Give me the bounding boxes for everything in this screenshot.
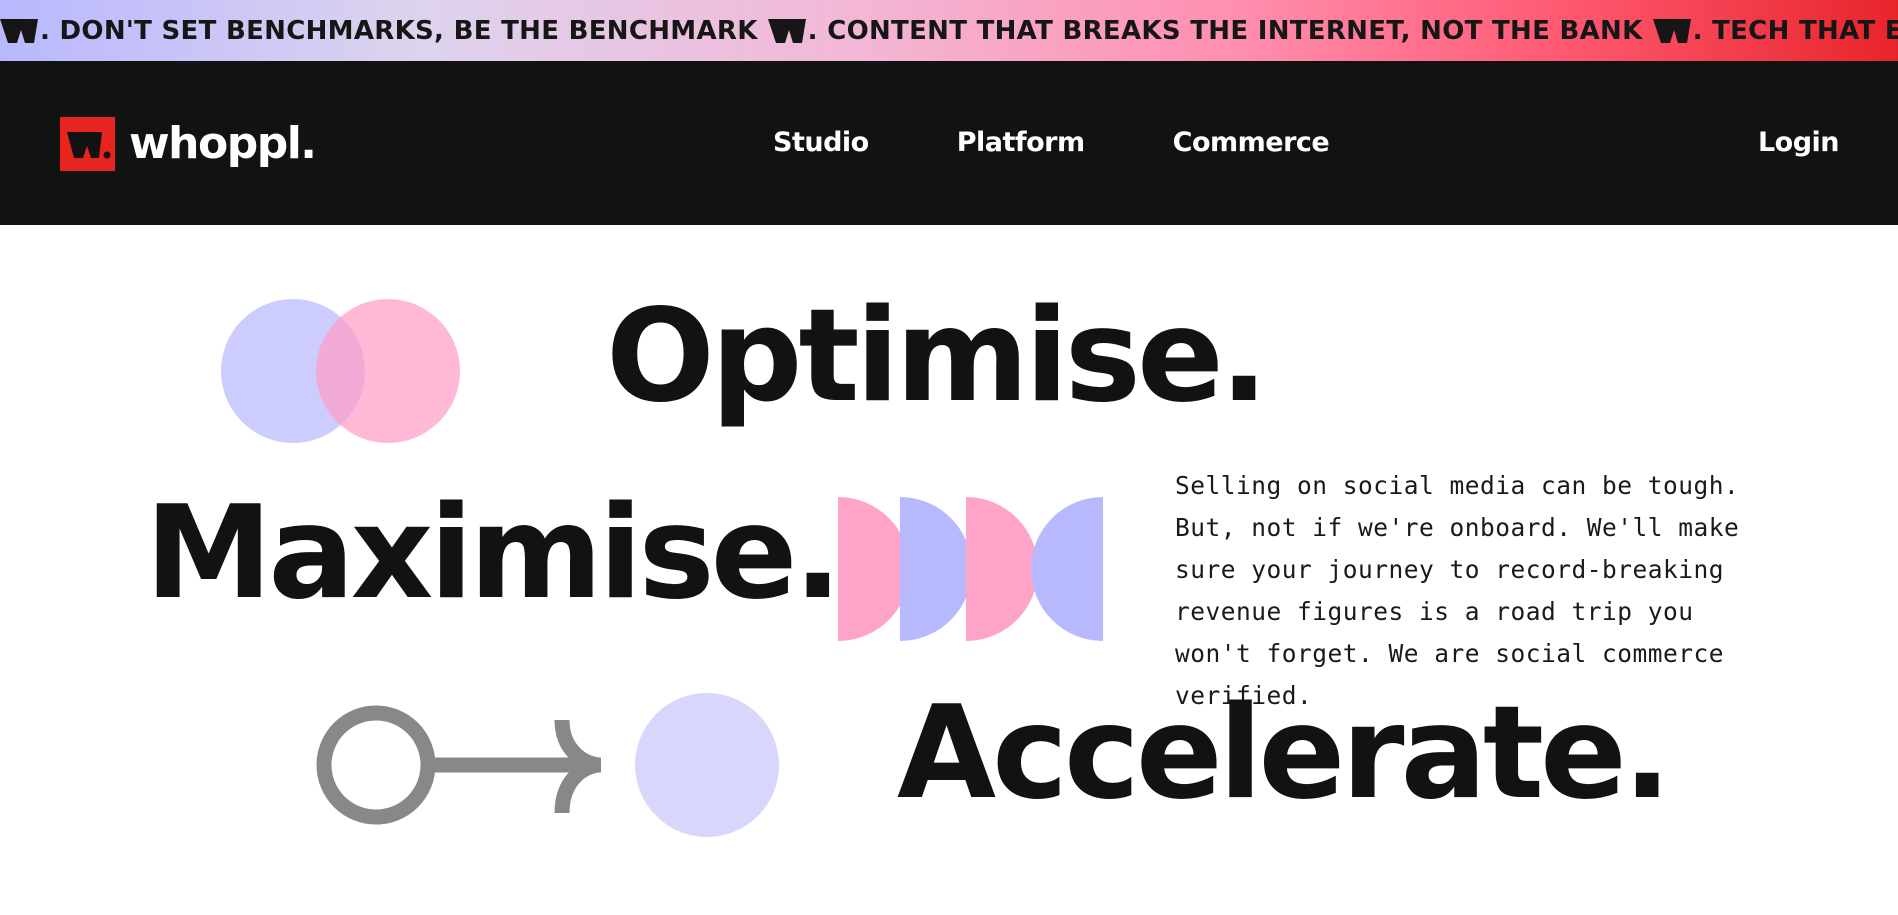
- ticker-w-icon: [0, 18, 38, 43]
- whoppl-logo-icon: [60, 117, 115, 171]
- headline-optimise: Optimise.: [606, 282, 1268, 431]
- top-navbar: whoppl. Studio Platform Commerce Login: [0, 61, 1898, 225]
- ticker-item: . DON'T SET BENCHMARKS, BE THE BENCHMARK: [0, 0, 764, 61]
- ticker-w-icon: [767, 18, 806, 43]
- circle-arrow-icon: [316, 705, 602, 825]
- login-link[interactable]: Login: [1758, 123, 1840, 163]
- half-circles-icon: [838, 497, 1103, 641]
- nav-link-platform[interactable]: Platform: [957, 123, 1085, 163]
- ticker-item: . TECH THAT ELEVAT: [1649, 0, 1898, 61]
- brand-name: whoppl.: [129, 118, 317, 169]
- ticker-track: . DON'T SET BENCHMARKS, BE THE BENCHMARK…: [0, 0, 1898, 61]
- nav-link-studio[interactable]: Studio: [773, 123, 869, 163]
- overlapping-circles-icon: [221, 299, 460, 443]
- main-nav: Studio Platform Commerce: [773, 123, 1330, 163]
- ticker-text: . CONTENT THAT BREAKS THE INTERNET, NOT …: [807, 15, 1643, 46]
- ticker-text: . TECH THAT ELEVAT: [1692, 15, 1898, 46]
- ticker-w-icon: [1652, 18, 1691, 43]
- brand-home-link[interactable]: whoppl.: [60, 117, 317, 171]
- headline-maximise: Maximise.: [145, 479, 842, 628]
- headline-accelerate: Accelerate.: [897, 679, 1671, 828]
- nav-link-commerce[interactable]: Commerce: [1173, 123, 1330, 163]
- ticker-item: . CONTENT THAT BREAKS THE INTERNET, NOT …: [764, 0, 1649, 61]
- lavender-dot-icon: [635, 693, 779, 837]
- announcement-ticker: . DON'T SET BENCHMARKS, BE THE BENCHMARK…: [0, 0, 1898, 61]
- ticker-text: . DON'T SET BENCHMARKS, BE THE BENCHMARK: [40, 15, 758, 46]
